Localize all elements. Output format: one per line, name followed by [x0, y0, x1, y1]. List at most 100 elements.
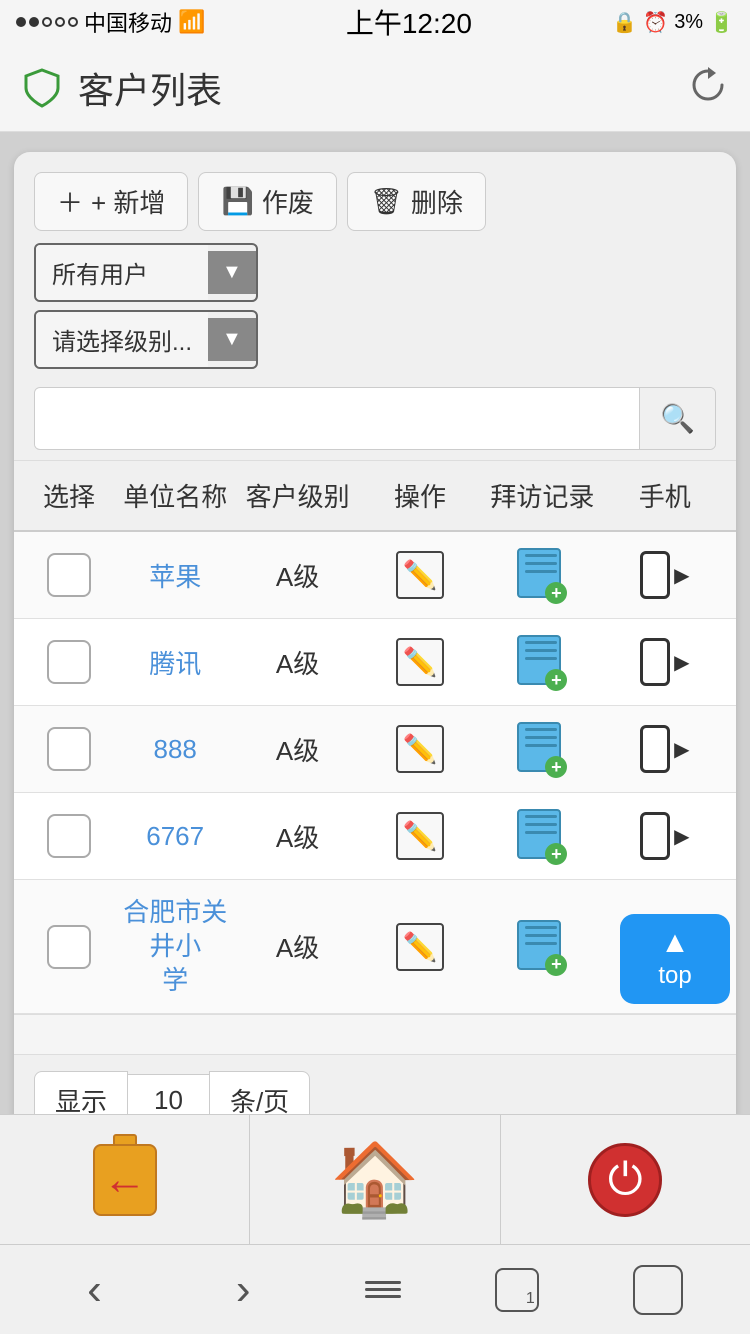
tab-switcher-button[interactable]: 1 — [495, 1268, 539, 1312]
edit-icon-3[interactable]: ✏️ — [396, 725, 444, 773]
td-name-4[interactable]: 6767 — [114, 821, 236, 852]
td-visit-3[interactable]: + — [481, 722, 603, 776]
search-icon: 🔍 — [660, 403, 695, 434]
delete-label: 删除 — [411, 183, 463, 220]
visit-icon-1[interactable]: + — [517, 548, 567, 602]
checkbox-4[interactable] — [47, 814, 91, 858]
td-edit-1[interactable]: ✏️ — [359, 551, 481, 599]
add-label: + 新增 — [91, 183, 165, 220]
dropdown-group: 所有用户 ▼ 请选择级别... ▼ — [34, 243, 258, 369]
checkbox-1[interactable] — [47, 553, 91, 597]
td-name-1[interactable]: 苹果 — [114, 557, 236, 594]
td-visit-1[interactable]: + — [481, 548, 603, 602]
power-icon: ⏻ — [588, 1143, 662, 1217]
table-row: 6767 A级 ✏️ + — [14, 793, 736, 880]
td-visit-5[interactable]: + — [481, 920, 603, 974]
clipboard-arrow-icon: ← — [103, 1155, 147, 1205]
phone-arrow-1: ▶ — [674, 563, 689, 588]
th-phone: 手机 — [604, 477, 726, 514]
td-name-2[interactable]: 腾讯 — [114, 644, 236, 681]
tab-home[interactable]: 🏠 — [250, 1115, 500, 1244]
td-visit-4[interactable]: + — [481, 809, 603, 863]
td-name-5[interactable]: 合肥市关井小学 — [114, 896, 236, 997]
back-button[interactable]: ‹ — [67, 1255, 122, 1325]
tab-count: 1 — [526, 1290, 535, 1308]
table-row: 腾讯 A级 ✏️ + — [14, 619, 736, 706]
wifi-icon: 📶 — [178, 9, 205, 35]
ios-home-button[interactable] — [633, 1265, 683, 1315]
waste-label: 作废 — [262, 183, 314, 220]
td-phone-1[interactable]: ▶ — [604, 551, 726, 599]
td-name-3[interactable]: 888 — [114, 734, 236, 765]
status-left: 中国移动 📶 — [16, 6, 205, 38]
phone-arrow-2: ▶ — [674, 650, 689, 675]
ios-bottom-bar: ‹ › 1 — [0, 1244, 750, 1334]
dot-empty-5 — [68, 17, 78, 27]
edit-icon-4[interactable]: ✏️ — [396, 812, 444, 860]
td-checkbox-1[interactable] — [24, 553, 114, 597]
level-dropdown[interactable]: 请选择级别... ▼ — [34, 310, 258, 369]
main-content: ＋ + 新增 💾 作废 🗑 删除 所有用户 ▼ 请选择级别.. — [0, 132, 750, 1166]
th-select: 选择 — [24, 477, 114, 514]
add-button[interactable]: ＋ + 新增 — [34, 172, 188, 231]
dot-filled-1 — [16, 17, 26, 27]
phone-icon-4[interactable]: ▶ — [640, 812, 689, 860]
pencil-icon-5: ✏️ — [403, 930, 438, 963]
td-checkbox-2[interactable] — [24, 640, 114, 684]
th-action: 操作 — [359, 477, 481, 514]
checkbox-2[interactable] — [47, 640, 91, 684]
status-right: 🔒 ⏰ 3% 🔋 — [612, 10, 734, 35]
visit-icon-2[interactable]: + — [517, 635, 567, 689]
menu-button[interactable] — [365, 1281, 401, 1298]
td-edit-3[interactable]: ✏️ — [359, 725, 481, 773]
td-phone-4[interactable]: ▶ — [604, 812, 726, 860]
table-row: 苹果 A级 ✏️ + — [14, 532, 736, 619]
visit-icon-5[interactable]: + — [517, 920, 567, 974]
waste-button[interactable]: 💾 作废 — [198, 172, 336, 231]
power-symbol: ⏻ — [608, 1155, 643, 1205]
phone-icon-2[interactable]: ▶ — [640, 638, 689, 686]
waste-icon: 💾 — [221, 186, 253, 217]
user-dropdown-label: 所有用户 — [36, 245, 208, 300]
td-edit-2[interactable]: ✏️ — [359, 638, 481, 686]
battery-label: 3% — [674, 11, 703, 34]
carrier-label: 中国移动 — [84, 6, 172, 38]
nav-title-area: 客户列表 — [20, 62, 222, 114]
td-edit-4[interactable]: ✏️ — [359, 812, 481, 860]
level-dropdown-arrow: ▼ — [208, 318, 256, 361]
refresh-button[interactable] — [686, 63, 730, 112]
checkbox-3[interactable] — [47, 727, 91, 771]
search-input[interactable] — [35, 389, 639, 448]
user-dropdown[interactable]: 所有用户 ▼ — [34, 243, 258, 302]
home-icon: 🏠 — [330, 1144, 420, 1216]
td-checkbox-4[interactable] — [24, 814, 114, 858]
search-button[interactable]: 🔍 — [639, 388, 715, 449]
visit-icon-3[interactable]: + — [517, 722, 567, 776]
td-level-3: A级 — [236, 731, 358, 768]
td-phone-3[interactable]: ▶ — [604, 725, 726, 773]
td-checkbox-3[interactable] — [24, 727, 114, 771]
checkbox-5[interactable] — [47, 925, 91, 969]
td-edit-5[interactable]: ✏️ — [359, 923, 481, 971]
td-visit-2[interactable]: + — [481, 635, 603, 689]
search-bar: 🔍 — [34, 387, 716, 450]
action-buttons: ＋ + 新增 💾 作废 🗑 删除 — [34, 172, 486, 231]
edit-icon-5[interactable]: ✏️ — [396, 923, 444, 971]
forward-button[interactable]: › — [216, 1255, 271, 1325]
edit-icon-1[interactable]: ✏️ — [396, 551, 444, 599]
phone-icon-3[interactable]: ▶ — [640, 725, 689, 773]
delete-button[interactable]: 🗑 删除 — [347, 172, 486, 231]
dot-empty-3 — [42, 17, 52, 27]
scroll-top-button[interactable]: ▲ top — [620, 914, 730, 1004]
scroll-top-arrow-icon: ▲ — [660, 928, 690, 958]
tab-clipboard[interactable]: ← — [0, 1115, 250, 1244]
visit-icon-4[interactable]: + — [517, 809, 567, 863]
td-checkbox-5[interactable] — [24, 925, 114, 969]
status-time: 上午12:20 — [346, 2, 472, 42]
td-level-2: A级 — [236, 644, 358, 681]
tab-power[interactable]: ⏻ — [501, 1115, 750, 1244]
td-phone-2[interactable]: ▶ — [604, 638, 726, 686]
edit-icon-2[interactable]: ✏️ — [396, 638, 444, 686]
table-footer-spacer — [14, 1014, 736, 1054]
phone-icon-1[interactable]: ▶ — [640, 551, 689, 599]
